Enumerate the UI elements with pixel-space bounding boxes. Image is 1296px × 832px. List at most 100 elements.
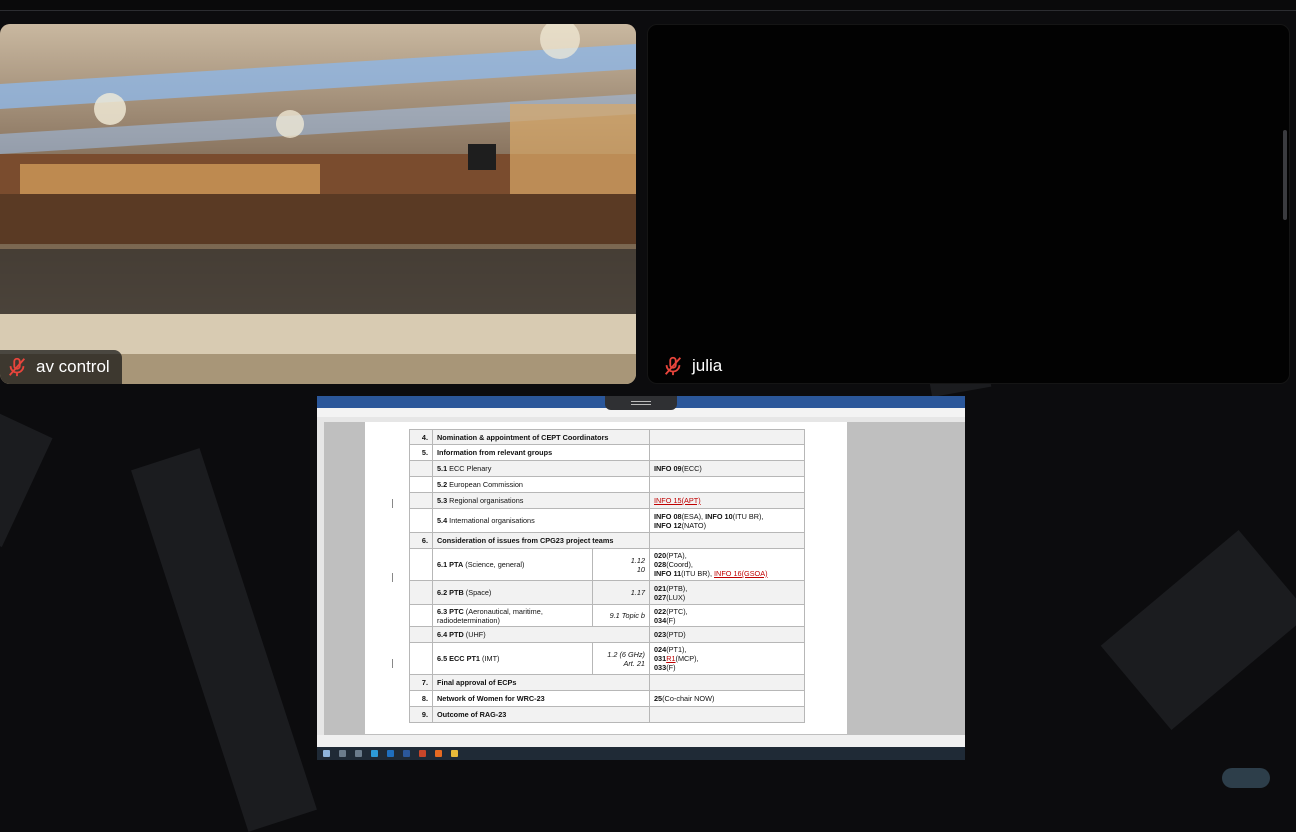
floating-action-button[interactable] <box>1222 768 1270 788</box>
background-stripe <box>131 448 317 832</box>
table-row: 6. Consideration of issues from CPG23 pro… <box>409 532 805 549</box>
outlook-icon[interactable] <box>387 750 394 757</box>
documents-cell <box>649 532 805 549</box>
item-number: 9. <box>409 706 433 723</box>
subitem-note: radiodetermination) <box>437 615 500 625</box>
subitem-label: 6.5 ECC PT1 (IMT) <box>432 642 593 675</box>
start-icon[interactable] <box>323 750 330 757</box>
word-status-bar <box>317 735 965 747</box>
doc-ref-text: (PTC), <box>666 606 688 616</box>
table-row: 5. Information from relevant groups <box>409 444 805 461</box>
table-row: 8. Network of Women for WRC-23 25(Co-chair… <box>409 690 805 707</box>
subitem-label: 6.1 PTA (Science, general) <box>432 548 593 581</box>
taskview-icon[interactable] <box>355 750 362 757</box>
documents-cell: 022(PTC), 034(F) <box>649 604 805 627</box>
doc-ref-text: (ESA), <box>681 511 706 521</box>
documents-cell <box>649 674 805 691</box>
powerpoint-icon[interactable] <box>419 750 426 757</box>
explorer-icon[interactable] <box>451 750 458 757</box>
firefox-icon[interactable] <box>435 750 442 757</box>
doc-ref-text: (MCP), <box>675 654 699 663</box>
mic-off-icon <box>8 357 26 377</box>
subitem-number: 6.5 ECC PT1 <box>437 654 480 663</box>
agenda-items: 1.17 <box>592 580 650 605</box>
agenda-item-ref: 1.12 <box>630 555 645 565</box>
doc-ref-text: (ITU BR), <box>681 569 715 578</box>
video-tile-av-control[interactable]: av control <box>0 24 636 384</box>
doc-ref-number: INFO 08 <box>654 511 682 521</box>
subitem-note: (IMT) <box>480 654 500 663</box>
doc-ref-new: INFO 15(APT) <box>654 496 701 505</box>
item-number: 7. <box>409 674 433 691</box>
margin-mark <box>392 573 393 582</box>
item-number <box>409 460 433 477</box>
subitem-text: Regional organisations <box>449 496 524 505</box>
participant-name-label: av control <box>0 350 122 384</box>
item-title: Information from relevant groups <box>432 444 650 461</box>
subitem-label: 5.3 Regional organisations <box>432 492 650 509</box>
table-row: 6.5 ECC PT1 (IMT) 1.2 (6 GHz) Art. 21 024(P… <box>409 642 805 675</box>
subitem-number: 5.2 <box>437 480 450 489</box>
doc-ref-number: 033 <box>654 663 667 672</box>
edge-icon[interactable] <box>371 750 378 757</box>
doc-ref-text: (Co-chair NOW) <box>662 694 715 703</box>
subitem-label: 6.3 PTC (Aeronautical, maritime, radiodet… <box>432 604 593 627</box>
table-row: 5.1 ECC Plenary INFO 09(ECC) <box>409 460 805 477</box>
item-title-text: Nomination & appointment of CEPT Coordin… <box>437 432 609 442</box>
subitem-number: 6.2 PTB <box>437 588 464 597</box>
doc-ref-number: 024 <box>654 645 667 654</box>
subitem-number: 5.4 <box>437 516 450 525</box>
item-title: Nomination & appointment of CEPT Coordin… <box>432 429 650 445</box>
subitem-note: (UHF) <box>463 630 486 639</box>
vertical-ruler <box>317 422 324 735</box>
documents-cell: 021(PTB), 027(LUX) <box>649 580 805 605</box>
subitem-number: 6.1 PTA <box>437 560 464 569</box>
doc-ref-number: INFO 12 <box>654 520 682 530</box>
documents-cell: 25(Co-chair NOW) <box>649 690 805 707</box>
item-number <box>409 492 433 509</box>
top-bar <box>0 0 1296 11</box>
doc-ref-number: 031 <box>654 654 667 663</box>
video-tile-julia[interactable]: julia <box>647 24 1290 384</box>
background-stripe <box>1100 530 1296 730</box>
documents-cell <box>649 476 805 493</box>
documents-cell: 020(PTA), 028(Coord), INFO 11(ITU BR), INF… <box>649 548 805 581</box>
screen-share[interactable]: 4. Nomination & appointment of CEPT Coord… <box>317 396 965 760</box>
subitem-label: 6.2 PTB (Space) <box>432 580 593 605</box>
documents-cell <box>649 706 805 723</box>
table-row: 6.3 PTC (Aeronautical, maritime, radiodet… <box>409 604 805 627</box>
subitem-note: (Science, general) <box>463 560 525 569</box>
item-number: 8. <box>409 690 433 707</box>
doc-ref-number: 022 <box>654 606 667 616</box>
windows-taskbar <box>317 747 965 760</box>
doc-ref-number: 25 <box>654 694 663 703</box>
share-handle-icon[interactable] <box>605 396 677 410</box>
item-title: Consideration of issues from CPG23 proje… <box>432 532 650 549</box>
table-row: 5.2 European Commission <box>409 476 805 493</box>
margin-mark <box>392 499 393 508</box>
table-row: 6.2 PTB (Space) 1.17 021(PTB), 027(LUX) <box>409 580 805 605</box>
subitem-number: 6.3 PTC <box>437 606 464 616</box>
doc-ref-text: (F) <box>666 663 676 672</box>
conference-room-video <box>0 24 636 384</box>
item-title-text: Consideration of issues from CPG23 proje… <box>437 536 614 545</box>
subitem-label: 5.2 European Commission <box>432 476 650 493</box>
item-title: Final approval of ECPs <box>432 674 650 691</box>
subitem-label: 5.4 International organisations <box>432 508 650 533</box>
subitem-text: International organisations <box>449 516 535 525</box>
agenda-items: 9.1 Topic b <box>592 604 650 627</box>
search-icon[interactable] <box>339 750 346 757</box>
doc-ref-text: (Coord), <box>666 560 693 569</box>
doc-ref-text: (ECC) <box>681 464 702 473</box>
item-title-text: Network of Women for WRC-23 <box>437 694 545 703</box>
doc-ref-text: (NATO) <box>681 520 707 530</box>
word-icon[interactable] <box>403 750 410 757</box>
agenda-item-ref: 1.17 <box>630 588 645 597</box>
item-number <box>409 548 433 581</box>
scrollbar[interactable] <box>1283 130 1287 220</box>
subitem-label: 5.1 ECC Plenary <box>432 460 650 477</box>
participant-name-label: julia <box>656 349 734 383</box>
doc-ref-text: (PT1), <box>666 645 687 654</box>
doc-ref-text: (F) <box>666 615 676 625</box>
doc-ref-number: 027 <box>654 592 667 602</box>
